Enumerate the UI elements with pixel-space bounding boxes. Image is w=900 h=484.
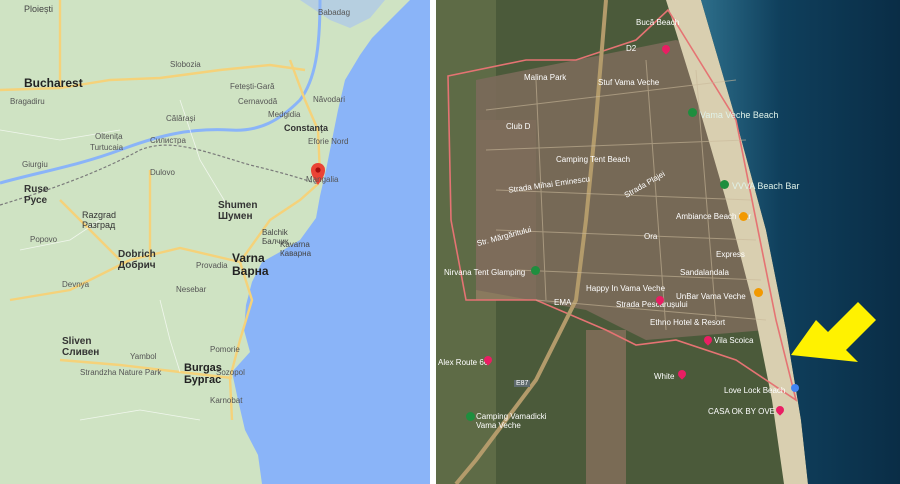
regional-road-map[interactable]: Ploiești Bucharest Bragadiru Slobozia Fe…	[0, 0, 430, 484]
border-ro-bg	[0, 144, 319, 206]
black-sea	[232, 0, 430, 484]
map-comparison: Ploiești Bucharest Bragadiru Slobozia Fe…	[0, 0, 900, 484]
field	[586, 330, 626, 484]
road-map-canvas	[0, 0, 430, 484]
panel-divider	[430, 0, 436, 484]
satellite-canvas	[436, 0, 900, 484]
location-pin-icon[interactable]	[311, 163, 325, 185]
danube-river	[0, 0, 322, 185]
satellite-map[interactable]: Bucă Beach Malina Park D2 Stuf Vama Vech…	[436, 0, 900, 484]
lagoon	[300, 0, 385, 28]
